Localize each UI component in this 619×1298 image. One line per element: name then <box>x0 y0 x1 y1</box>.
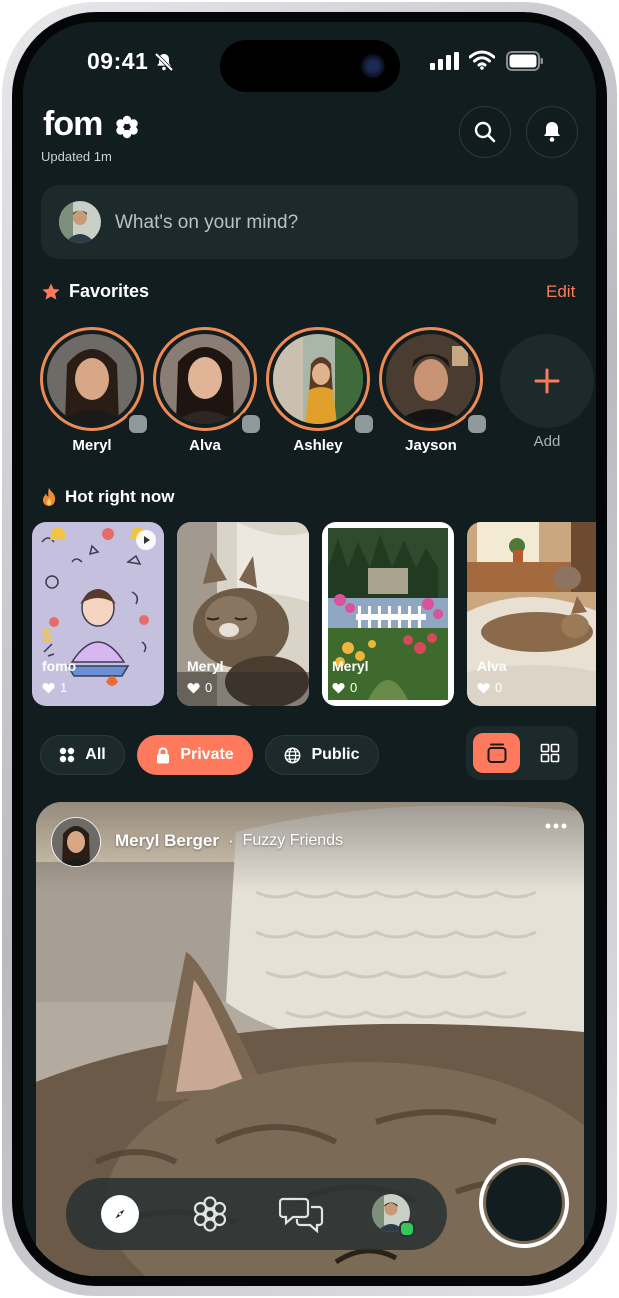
fomo-logo-icon: fom <box>43 105 138 143</box>
fire-icon <box>43 488 56 506</box>
hot-card[interactable]: Meryl 0 <box>322 522 454 706</box>
hot-card-likes: 0 <box>332 680 357 695</box>
heart-icon <box>332 682 345 693</box>
heart-icon <box>42 682 55 693</box>
bell-icon <box>544 122 560 142</box>
post-separator: · <box>227 831 234 850</box>
hot-card[interactable]: Meryl 0 <box>177 522 309 706</box>
hot-title: Hot right now <box>65 487 175 506</box>
hot-card-likes: 1 <box>42 680 67 695</box>
plus-icon <box>534 368 560 394</box>
wifi-icon <box>469 50 495 70</box>
like-count: 0 <box>205 680 213 695</box>
more-options-icon[interactable] <box>545 822 567 830</box>
like-count: 0 <box>350 680 358 695</box>
play-icon <box>136 530 156 550</box>
hot-card-likes: 0 <box>187 680 212 695</box>
add-favorite-button[interactable] <box>500 334 594 428</box>
filter-all[interactable]: All <box>40 735 125 775</box>
stack-view-icon <box>487 743 506 763</box>
status-dot <box>239 412 263 436</box>
favorite-name: Meryl <box>72 437 112 454</box>
capture-button[interactable] <box>479 1158 569 1248</box>
search-button[interactable] <box>459 106 511 158</box>
hot-card-name: Meryl <box>187 658 224 674</box>
cat-sofa-photo <box>467 522 596 706</box>
status-dot <box>465 412 489 436</box>
hot-card-name: Alva <box>477 658 507 674</box>
svg-text:fom: fom <box>43 106 102 142</box>
cellular-signal-icon <box>430 52 459 70</box>
nav-messages[interactable] <box>278 1194 326 1234</box>
grid-dots-icon <box>60 747 75 763</box>
grid-view-icon <box>540 743 559 763</box>
hot-card-likes: 0 <box>477 680 502 695</box>
user-avatar <box>59 201 101 243</box>
favorite-name: Ashley <box>293 437 343 454</box>
filter-private-label: Private <box>180 746 234 763</box>
hot-card-name: Meryl <box>332 658 369 674</box>
grid-view-button[interactable] <box>526 733 573 773</box>
capture-button-inner <box>486 1165 562 1241</box>
filter-public[interactable]: Public <box>265 735 379 775</box>
favorites-title: Favorites <box>69 281 150 301</box>
globe-icon <box>285 747 301 763</box>
garden-photo <box>328 528 448 700</box>
nav-feed[interactable] <box>190 1194 230 1234</box>
single-view-button[interactable] <box>473 733 520 773</box>
composer-placeholder[interactable]: What's on your mind? <box>115 212 298 234</box>
hot-card-name: fomo <box>42 658 77 674</box>
heart-icon <box>187 682 200 693</box>
compass-icon <box>115 1209 125 1219</box>
nav-explore[interactable] <box>101 1195 139 1233</box>
like-count: 0 <box>495 680 503 695</box>
search-icon <box>474 121 496 143</box>
filter-public-label: Public <box>311 746 360 763</box>
bell-mute-icon <box>154 52 174 72</box>
hot-card[interactable]: $ fomo 1 <box>32 522 164 706</box>
lock-icon <box>157 746 170 763</box>
status-time: 09:41 <box>87 48 149 74</box>
filter-all-label: All <box>85 746 106 763</box>
favorites-edit-button[interactable]: Edit <box>546 282 575 302</box>
status-dot <box>126 412 150 436</box>
heart-icon <box>477 682 490 693</box>
filter-private[interactable]: Private <box>137 735 253 775</box>
post-author-avatar[interactable] <box>51 817 101 867</box>
hot-card[interactable]: Alva 0 <box>467 522 596 706</box>
post-author[interactable]: Meryl Berger <box>115 831 219 851</box>
front-camera <box>361 54 385 78</box>
post-group[interactable]: Fuzzy Friends <box>243 832 343 850</box>
app-screen: 09:41 fomo fom Updated <box>23 22 596 1276</box>
favorite-name: Alva <box>189 437 221 454</box>
updated-label: Updated 1m <box>41 149 112 164</box>
notifications-button[interactable] <box>526 106 578 158</box>
post-header: Meryl Berger · Fuzzy Friends <box>115 831 343 851</box>
svg-text:$: $ <box>42 626 52 646</box>
status-dot <box>352 412 376 436</box>
flower-logo-icon <box>193 1196 227 1232</box>
like-count: 1 <box>60 680 68 695</box>
cat-photo <box>177 522 309 706</box>
chat-bubbles-icon <box>279 1197 324 1233</box>
favorite-name: Jayson <box>405 437 457 454</box>
app-logo: fomo fom <box>43 105 143 150</box>
online-status-dot <box>399 1221 415 1237</box>
star-icon <box>42 283 60 300</box>
battery-icon <box>506 51 543 71</box>
add-favorite-label: Add <box>533 433 561 450</box>
